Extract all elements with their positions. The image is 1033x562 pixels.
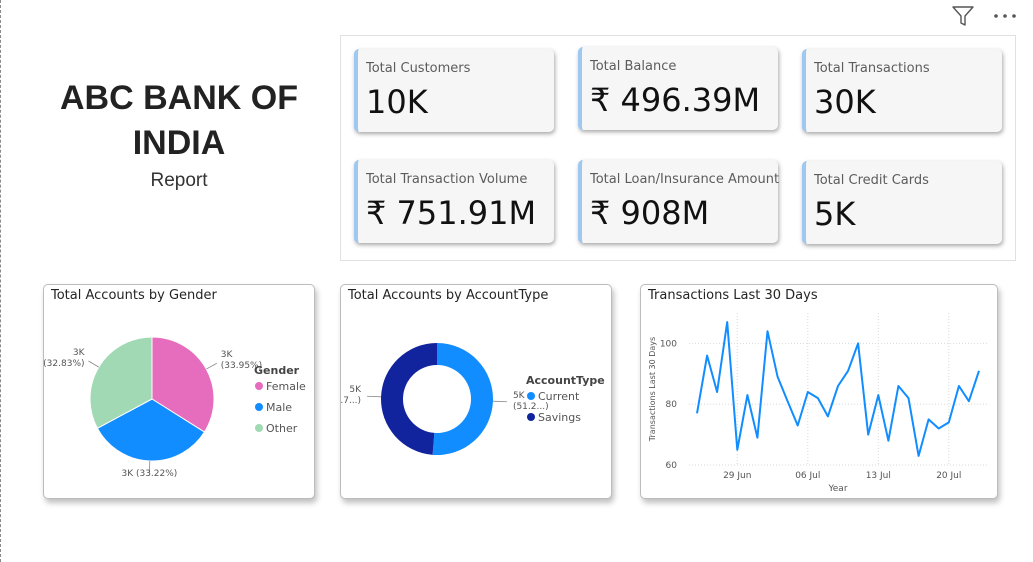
legend-item-male: Male (266, 401, 292, 414)
data-point (917, 454, 921, 458)
kpi-value: ₹ 908M (590, 194, 710, 232)
data-point (735, 448, 739, 452)
legend-title: Gender (254, 364, 300, 377)
legend-marker (527, 392, 535, 400)
data-point (796, 423, 800, 427)
y-tick-label: 80 (666, 400, 678, 410)
data-point (806, 390, 810, 394)
kpi-value: ₹ 751.91M (366, 194, 537, 232)
x-tick-label: 29 Jun (723, 471, 751, 481)
kpi-card-total-customers[interactable]: Total Customers 10K (354, 49, 554, 132)
legend-item-current: Current (538, 390, 580, 403)
data-label: (32.83%) (44, 359, 85, 369)
data-point (826, 414, 830, 418)
kpi-value: 10K (366, 83, 428, 121)
report-header: ABC BANK OF INDIA Report (40, 76, 318, 192)
kpi-card-total-loan-insurance[interactable]: Total Loan/Insurance Amount ₹ 908M (578, 160, 780, 243)
kpi-value: ₹ 496.39M (590, 81, 761, 119)
data-point (977, 369, 981, 373)
legend-marker (255, 424, 263, 432)
data-point (836, 384, 840, 388)
data-point (715, 390, 719, 394)
y-tick-label: 100 (660, 339, 677, 349)
data-label: (48.7...) (341, 396, 361, 406)
x-tick-label: 13 Jul (866, 471, 891, 481)
data-point (927, 417, 931, 421)
data-point (816, 396, 820, 400)
gender-pie-chart: 3K(33.95%)3K (33.22%)3K(32.83%)GenderFem… (44, 336, 306, 479)
data-point (846, 369, 850, 373)
data-point (947, 420, 951, 424)
data-label: 5K (349, 385, 362, 395)
x-tick-label: 06 Jul (795, 471, 820, 481)
kpi-label: Total Loan/Insurance Amount (590, 172, 780, 187)
leader-line (367, 395, 382, 398)
data-label: 3K (33.22%) (121, 469, 177, 479)
data-point (866, 433, 870, 437)
data-label: 5K (513, 391, 526, 401)
data-point (705, 354, 709, 358)
data-point (766, 329, 770, 333)
legend-marker (255, 403, 263, 411)
page-title: ABC BANK OF INDIA (60, 79, 298, 162)
kpi-card-total-credit-cards[interactable]: Total Credit Cards 5K (802, 161, 1002, 244)
leader-line (492, 400, 507, 403)
page-subtitle: Report (150, 170, 208, 191)
data-label: 3K (221, 350, 234, 360)
kpi-label: Total Transactions (814, 61, 930, 76)
series-line (696, 321, 980, 457)
data-point (907, 396, 911, 400)
kpi-value: 5K (814, 195, 856, 233)
x-tick-label: 20 Jul (936, 471, 961, 481)
data-point (896, 384, 900, 388)
data-point (886, 439, 890, 443)
data-point (937, 427, 941, 431)
y-axis-title: Transactions Last 30 Days (648, 337, 657, 442)
y-tick-label: 60 (666, 461, 678, 471)
donut-segment-current (432, 343, 493, 455)
kpi-panel: Total Customers 10K Total Balance ₹ 496.… (340, 35, 1016, 261)
filter-icon[interactable] (949, 4, 977, 28)
kpi-label: Total Balance (590, 59, 677, 74)
more-options-icon[interactable] (991, 4, 1019, 28)
data-point (786, 399, 790, 403)
legend-marker (255, 382, 263, 390)
transactions-line-chart: 29 Jun 06 Jul 13 Jul 20 Jul 60 80 100 Year Trans… (648, 313, 987, 494)
data-label: 3K (73, 348, 86, 358)
data-point (876, 393, 880, 397)
gender-pie-visual[interactable]: Total Accounts by Gender 3K (33.95%) 3K (3… (43, 284, 315, 499)
donut-segment-savings (380, 343, 437, 455)
legend-marker (527, 413, 535, 421)
kpi-label: Total Transaction Volume (366, 172, 528, 187)
legend-item-female: Female (266, 380, 306, 393)
accounttype-donut-visual[interactable]: Total Accounts by AccountType 5K (51.2...… (340, 284, 612, 499)
canvas-edge (0, 0, 1, 562)
kpi-card-total-balance[interactable]: Total Balance ₹ 496.39M (578, 47, 778, 130)
data-point (776, 375, 780, 379)
kpi-label: Total Credit Cards (814, 173, 929, 188)
data-point (725, 320, 729, 324)
transactions-line-visual[interactable]: Transactions Last 30 Days 29 Jun 06 Jul 13… (640, 284, 998, 499)
leader-line (206, 362, 217, 370)
x-axis-title: Year (827, 484, 847, 494)
data-point (957, 384, 961, 388)
kpi-card-total-transactions[interactable]: Total Transactions 30K (802, 49, 1002, 132)
data-point (695, 411, 699, 415)
leader-line (88, 360, 100, 368)
legend-item-savings: Savings (538, 411, 581, 424)
visual-header-toolbar (949, 4, 1019, 28)
accounttype-donut-chart: 5K(51.2...)5K(48.7...)AccountTypeCurrent… (341, 343, 605, 455)
data-point (745, 393, 749, 397)
data-point (755, 436, 759, 440)
kpi-card-total-transaction-volume[interactable]: Total Transaction Volume ₹ 751.91M (354, 160, 554, 243)
data-point (856, 341, 860, 345)
kpi-label: Total Customers (366, 61, 471, 76)
kpi-value: 30K (814, 83, 876, 121)
data-point (967, 399, 971, 403)
legend-item-other: Other (266, 422, 298, 435)
legend-title: AccountType (526, 374, 605, 387)
